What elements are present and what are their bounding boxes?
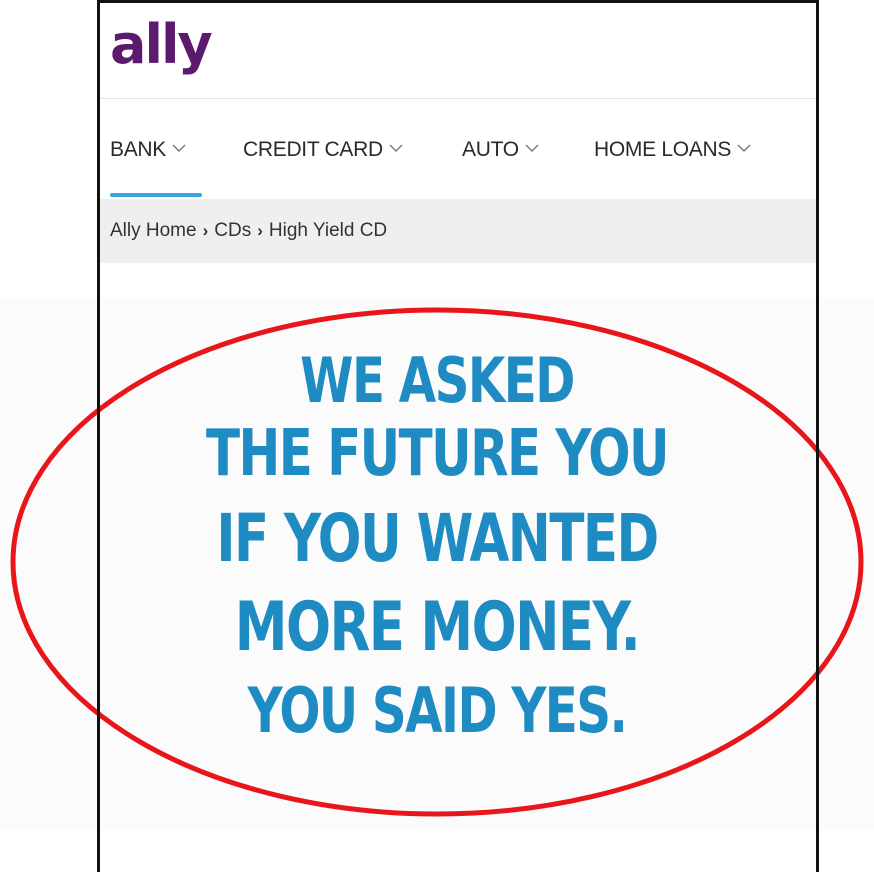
main-nav: BANK CREDIT CARD AUTO HOME LOANS: [100, 99, 816, 199]
hero-headline-line-5: YOU SAID YES.: [247, 674, 628, 747]
frame-left-border: [97, 0, 100, 872]
nav-item-label: CREDIT CARD: [243, 138, 383, 161]
breadcrumb: Ally Home › CDs › High Yield CD: [100, 199, 816, 263]
breadcrumb-link-home[interactable]: Ally Home: [110, 220, 197, 241]
breadcrumb-separator-icon: ›: [257, 221, 263, 240]
hero-headline-line-2: THE FUTURE YOU: [206, 417, 670, 491]
frame-right-border: [816, 0, 819, 872]
nav-item-auto[interactable]: AUTO: [462, 135, 539, 162]
active-tab-indicator: [110, 193, 202, 197]
hero-headline-line-3: IF YOU WANTED: [216, 500, 659, 577]
nav-item-bank[interactable]: BANK: [110, 135, 186, 162]
chevron-down-icon: [737, 135, 751, 159]
nav-item-label: AUTO: [462, 138, 519, 161]
chevron-down-icon: [389, 135, 403, 159]
nav-item-label: BANK: [110, 138, 166, 161]
hero-headline-line-1: WE ASKED: [300, 344, 575, 417]
chevron-down-icon: [525, 135, 539, 159]
breadcrumb-current-page: High Yield CD: [268, 220, 388, 241]
nav-item-credit-card[interactable]: CREDIT CARD: [243, 135, 403, 162]
breadcrumb-link-cds[interactable]: CDs: [214, 220, 251, 241]
site-header: ally: [100, 3, 816, 99]
chevron-down-icon: [172, 135, 186, 159]
nav-item-label: HOME LOANS: [594, 138, 732, 161]
ally-logo[interactable]: ally: [110, 15, 213, 75]
nav-item-home-loans[interactable]: HOME LOANS: [594, 135, 751, 162]
hero-headline-line-4: MORE MONEY.: [234, 588, 641, 667]
breadcrumb-separator-icon: ›: [202, 221, 209, 240]
